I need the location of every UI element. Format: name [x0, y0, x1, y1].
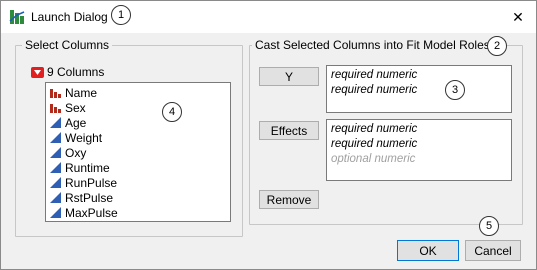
column-item-runtime[interactable]: Runtime: [50, 160, 110, 175]
continuous-icon: [50, 207, 61, 218]
columns-listbox[interactable]: Name Sex Age Weight Oxy Runtime RunPulse: [45, 82, 231, 222]
callout-1: 1: [111, 5, 131, 25]
columns-count-label: 9 Columns: [47, 65, 105, 79]
effects-role-box[interactable]: required numeric required numeric option…: [326, 119, 512, 181]
callout-5: 5: [479, 216, 499, 236]
close-icon: ✕: [512, 8, 524, 25]
column-item-rstpulse[interactable]: RstPulse: [50, 190, 113, 205]
column-label: Age: [65, 115, 87, 130]
title-bar: Launch Dialog ✕: [1, 1, 536, 33]
app-icon: [9, 9, 25, 25]
continuous-icon: [50, 162, 61, 173]
select-columns-label: Select Columns: [22, 38, 113, 52]
column-item-sex[interactable]: Sex: [50, 100, 86, 115]
disclosure-toggle-icon[interactable]: [31, 66, 44, 78]
continuous-icon: [50, 132, 61, 143]
y-role-requirement: required numeric: [331, 69, 418, 81]
y-role-requirement: required numeric: [331, 84, 418, 96]
column-item-oxy[interactable]: Oxy: [50, 145, 86, 160]
columns-tree-header: 9 Columns: [31, 65, 104, 79]
continuous-icon: [50, 147, 61, 158]
effects-role-requirement: required numeric: [331, 123, 418, 135]
ok-button[interactable]: OK: [397, 240, 459, 261]
nominal-icon: [50, 102, 61, 113]
column-label: Runtime: [65, 160, 110, 175]
column-label: RunPulse: [65, 175, 118, 190]
column-label: Name: [65, 85, 98, 100]
callout-3: 3: [445, 80, 465, 100]
window-title: Launch Dialog: [31, 10, 108, 24]
y-role-button[interactable]: Y: [259, 67, 319, 86]
effects-role-requirement: required numeric: [331, 138, 418, 150]
continuous-icon: [50, 117, 61, 128]
column-item-name[interactable]: Name: [50, 85, 97, 100]
column-item-maxpulse[interactable]: MaxPulse: [50, 205, 118, 220]
nominal-icon: [50, 87, 61, 98]
column-item-age[interactable]: Age: [50, 115, 86, 130]
effects-role-button[interactable]: Effects: [259, 121, 319, 140]
effects-role-optional: optional numeric: [331, 153, 416, 165]
launch-dialog-window: Launch Dialog ✕ 1 Select Columns 9 Colum…: [0, 0, 537, 270]
roles-group-label: Cast Selected Columns into Fit Model Rol…: [252, 38, 493, 52]
column-item-runpulse[interactable]: RunPulse: [50, 175, 117, 190]
column-label: Oxy: [65, 145, 87, 160]
cancel-button[interactable]: Cancel: [465, 240, 521, 261]
continuous-icon: [50, 177, 61, 188]
continuous-icon: [50, 192, 61, 203]
close-button[interactable]: ✕: [506, 5, 530, 29]
remove-button[interactable]: Remove: [259, 190, 319, 209]
column-label: Weight: [65, 130, 103, 145]
y-role-box[interactable]: required numeric required numeric: [326, 65, 512, 113]
callout-4: 4: [162, 102, 182, 122]
column-item-weight[interactable]: Weight: [50, 130, 102, 145]
column-label: Sex: [65, 100, 86, 115]
column-label: RstPulse: [65, 190, 114, 205]
column-label: MaxPulse: [65, 205, 118, 220]
callout-2: 2: [487, 36, 507, 56]
